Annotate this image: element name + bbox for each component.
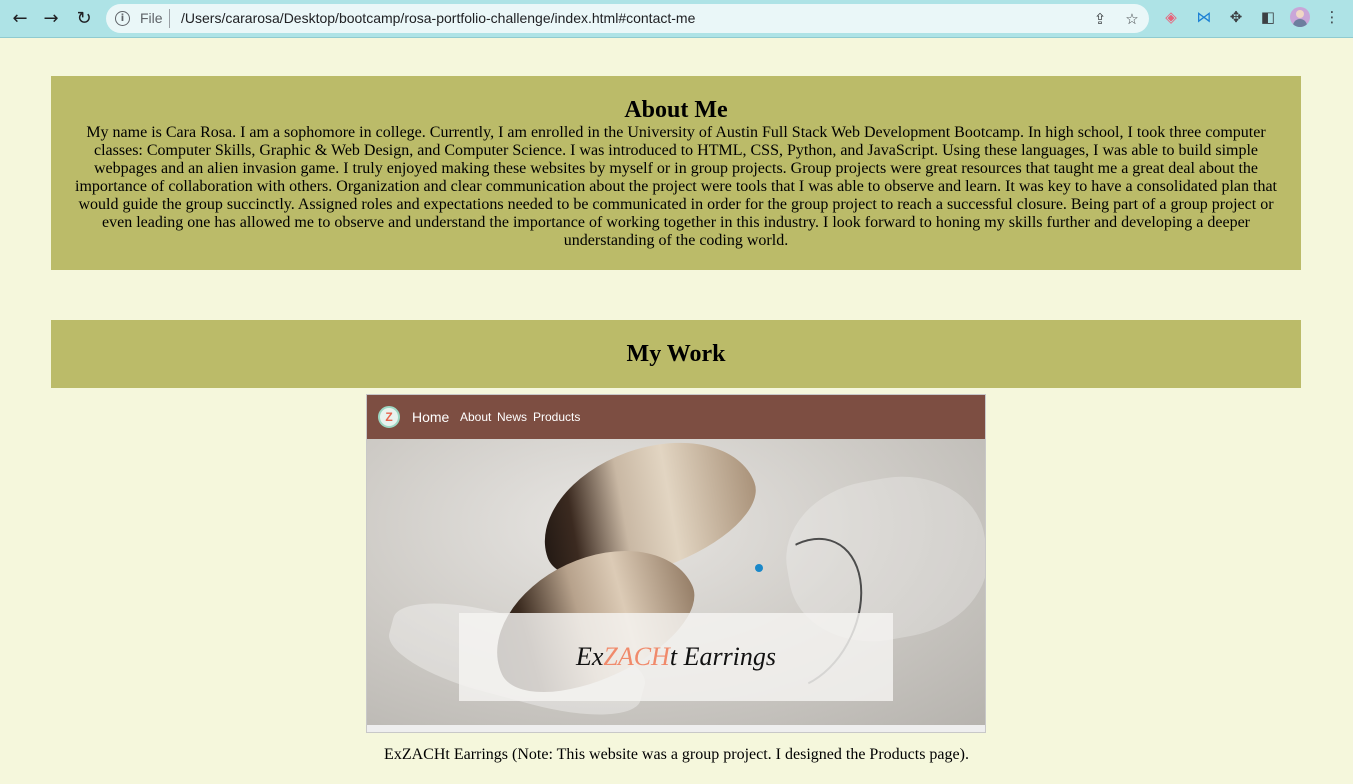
about-section: About Me My name is Cara Rosa. I am a so… xyxy=(51,76,1301,270)
project-nav-home: Home xyxy=(412,409,450,425)
project-nav-about: About xyxy=(460,410,492,424)
project-logo: Z xyxy=(378,406,400,428)
address-bar[interactable]: i File /Users/cararosa/Desktop/bootcamp/… xyxy=(106,4,1149,33)
project-nav-news: News xyxy=(497,410,528,424)
hero-title-pre: Ex xyxy=(575,642,604,671)
scheme-label: File xyxy=(140,10,163,26)
hero-title-accent: ZACH xyxy=(603,642,670,671)
project-navbar: Z Home About News Products xyxy=(367,395,985,439)
hero-title-box: Ex ZACH t Earrings xyxy=(459,613,893,701)
menu-kebab-icon[interactable]: ⋮ xyxy=(1322,7,1342,27)
hero-title-post: t Earrings xyxy=(669,642,777,671)
project-hero-image: Ex ZACH t Earrings xyxy=(367,439,985,725)
arrow-right-icon: → xyxy=(43,7,59,29)
project-nav-products: Products xyxy=(533,410,581,424)
vscode-icon[interactable]: ⋈ xyxy=(1194,7,1214,27)
project-caption: ExZACHt Earrings (Note: This website was… xyxy=(384,746,969,763)
arrow-left-icon: ← xyxy=(12,7,28,29)
about-body: My name is Cara Rosa. I am a sophomore i… xyxy=(75,124,1277,249)
share-icon[interactable]: ⇪ xyxy=(1090,9,1110,29)
puzzle-extensions-icon[interactable]: ✥ xyxy=(1226,7,1246,27)
project-screenshot[interactable]: Z Home About News Products Ex ZACH t Earri… xyxy=(366,394,986,733)
work-section-header: My Work xyxy=(51,320,1301,388)
profile-avatar[interactable] xyxy=(1290,7,1310,27)
extension-icon[interactable]: ◈ xyxy=(1161,7,1181,27)
about-title: About Me xyxy=(624,97,728,123)
address-divider xyxy=(169,9,170,28)
reload-button[interactable]: ↻ xyxy=(71,6,97,30)
earring-bead xyxy=(755,564,763,572)
work-title: My Work xyxy=(626,340,726,367)
forward-button[interactable]: → xyxy=(38,6,64,30)
bookmark-star-icon[interactable]: ☆ xyxy=(1122,9,1142,29)
info-icon[interactable]: i xyxy=(115,11,130,26)
back-button[interactable]: ← xyxy=(7,6,33,30)
side-panel-icon[interactable]: ◧ xyxy=(1258,7,1278,27)
reload-icon: ↻ xyxy=(76,7,92,29)
url-text[interactable]: /Users/cararosa/Desktop/bootcamp/rosa-po… xyxy=(181,10,695,26)
browser-toolbar: ← → ↻ i File /Users/cararosa/Desktop/boo… xyxy=(0,0,1353,38)
